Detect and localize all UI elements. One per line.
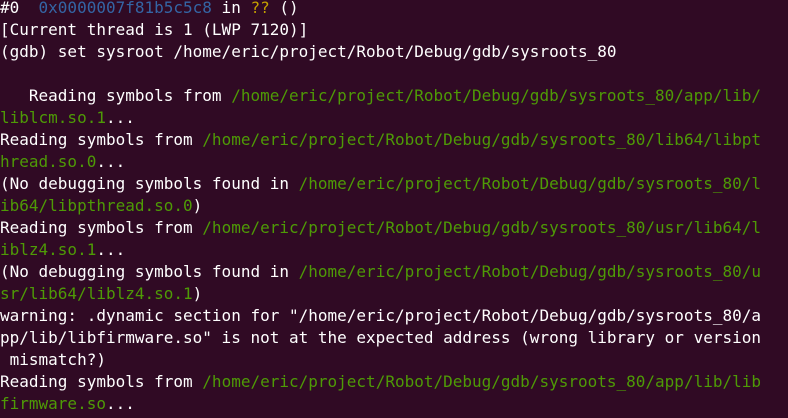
file-path-text: /home/eric/project/Robot/Debug/gdb/sysro… bbox=[202, 130, 761, 149]
file-path-text: /home/eric/project/Robot/Debug/gdb/sysro… bbox=[231, 86, 761, 105]
terminal-line: [Current thread is 1 (LWP 7120)] bbox=[0, 19, 788, 41]
terminal-line: pp/lib/libfirmware.so" is not at the exp… bbox=[0, 327, 788, 349]
terminal-line: Reading symbols from /home/eric/project/… bbox=[0, 129, 788, 151]
output-text: warning: .dynamic section for "/home/eri… bbox=[0, 306, 761, 325]
output-text: [Current thread is 1 (LWP 7120)] bbox=[0, 20, 309, 39]
terminal-line: warning: .dynamic section for "/home/eri… bbox=[0, 305, 788, 327]
terminal-line: #0 0x0000007f81b5c5c8 in ?? () bbox=[0, 0, 788, 19]
output-text: (gdb) set sysroot /home/eric/project/Rob… bbox=[0, 42, 617, 61]
output-text: in bbox=[211, 0, 251, 17]
file-path-text: iblz4.so.1 bbox=[0, 240, 97, 259]
terminal-line: mismatch?) bbox=[0, 349, 788, 371]
output-text: Reading symbols from bbox=[0, 86, 232, 105]
output-text: ) bbox=[192, 284, 203, 303]
terminal-line: Reading symbols from /home/eric/project/… bbox=[0, 217, 788, 239]
file-path-text: hread.so.0 bbox=[0, 152, 97, 171]
output-text: ... bbox=[96, 152, 126, 171]
file-path-text: liblcm.so.1 bbox=[0, 108, 106, 127]
output-text: ... bbox=[105, 108, 135, 127]
file-path-text: sr/lib64/liblz4.so.1 bbox=[0, 284, 193, 303]
output-text: ... bbox=[105, 394, 135, 413]
output-text: #0 bbox=[0, 0, 39, 17]
output-text: (No debugging symbols found in bbox=[0, 174, 299, 193]
output-text: () bbox=[269, 0, 299, 17]
memory-address-text: 0x0000007f81b5c5c8 bbox=[38, 0, 212, 17]
output-text: Reading symbols from bbox=[0, 372, 203, 391]
terminal-line: (No debugging symbols found in /home/eri… bbox=[0, 261, 788, 283]
file-path-text: firmware.so bbox=[0, 394, 106, 413]
file-path-text: /home/eric/project/Robot/Debug/gdb/sysro… bbox=[202, 218, 761, 237]
output-text: ... bbox=[96, 240, 126, 259]
terminal-line: hread.so.0... bbox=[0, 151, 788, 173]
output-text: (No debugging symbols found in bbox=[0, 262, 299, 281]
terminal-line: liblcm.so.1... bbox=[0, 107, 788, 129]
terminal-line: iblz4.so.1... bbox=[0, 239, 788, 261]
output-text: Reading symbols from bbox=[0, 218, 203, 237]
terminal-line: (gdb) set sysroot /home/eric/project/Rob… bbox=[0, 41, 788, 63]
terminal-window[interactable]: #0 0x0000007f81b5c5c8 in ?? () [Current t… bbox=[0, 0, 788, 418]
output-text: mismatch?) bbox=[0, 350, 106, 369]
file-path-text: /home/eric/project/Robot/Debug/gdb/sysro… bbox=[298, 174, 761, 193]
unknown-symbol-text: ?? bbox=[250, 0, 270, 17]
terminal-line: (No debugging symbols found in /home/eri… bbox=[0, 173, 788, 195]
terminal-line: ib64/libpthread.so.0) bbox=[0, 195, 788, 217]
terminal-line: sr/lib64/liblz4.so.1) bbox=[0, 283, 788, 305]
output-text: pp/lib/libfirmware.so" is not at the exp… bbox=[0, 328, 761, 347]
terminal-line: firmware.so... bbox=[0, 393, 788, 415]
terminal-output: #0 0x0000007f81b5c5c8 in ?? () [Current t… bbox=[0, 0, 788, 415]
file-path-text: ib64/libpthread.so.0 bbox=[0, 196, 193, 215]
file-path-text: /home/eric/project/Robot/Debug/gdb/sysro… bbox=[202, 372, 761, 391]
terminal-line: Reading symbols from /home/eric/project/… bbox=[0, 371, 788, 393]
terminal-line: Reading symbols from /home/eric/project/… bbox=[0, 85, 788, 107]
output-text: ) bbox=[192, 196, 203, 215]
file-path-text: /home/eric/project/Robot/Debug/gdb/sysro… bbox=[298, 262, 761, 281]
output-text: Reading symbols from bbox=[0, 130, 203, 149]
